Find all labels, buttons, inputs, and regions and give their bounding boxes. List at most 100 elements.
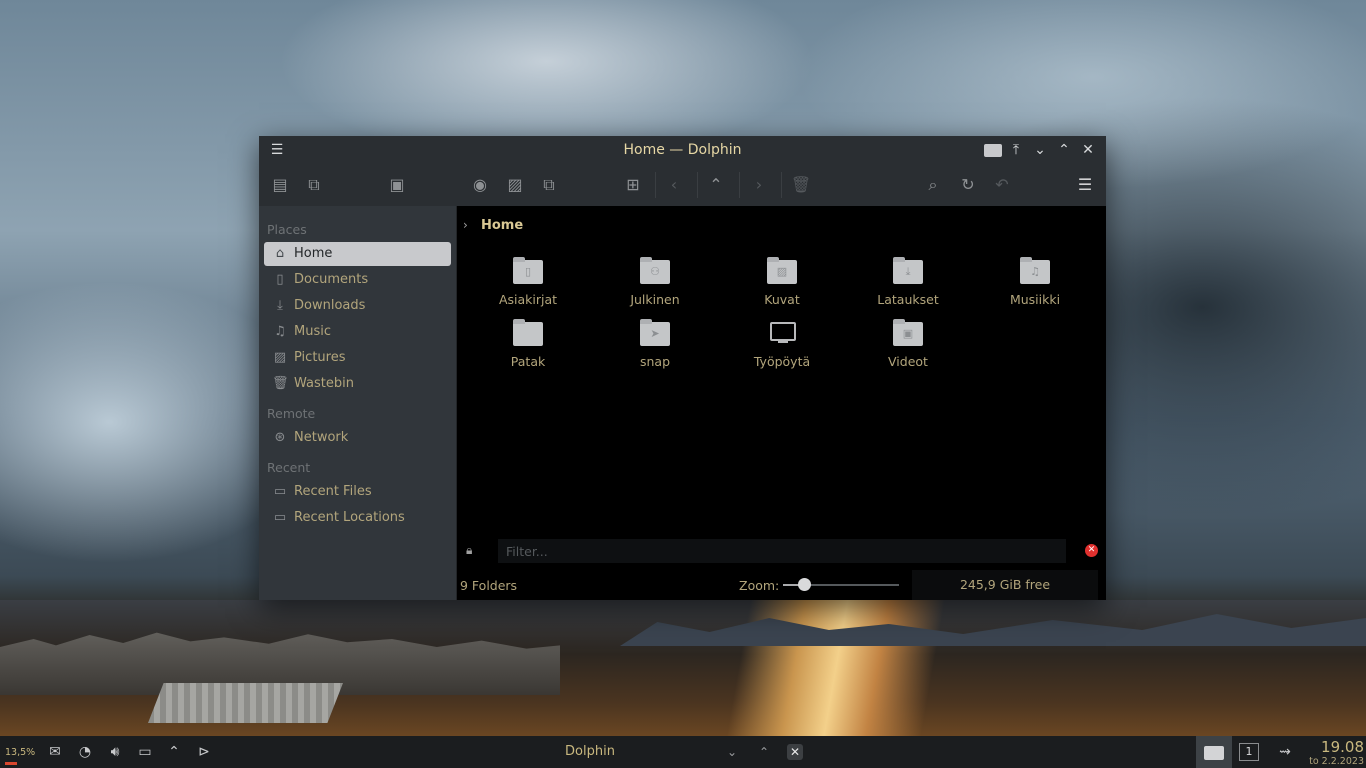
section-remote: Remote [267, 406, 316, 421]
file-item-name: Lataukset [877, 292, 939, 307]
file-item-patak[interactable]: Patak [473, 318, 583, 376]
forward-icon[interactable]: › [748, 174, 770, 196]
sidebar-item-network[interactable]: ⊛ Network [264, 426, 451, 450]
preview-icon[interactable]: ◉ [469, 174, 491, 196]
status-folder-count: 9 Folders [460, 578, 518, 593]
toolbar-separator [739, 172, 740, 198]
recent-files-icon: ▭ [273, 484, 287, 499]
task-minimize-icon[interactable]: ⌄ [724, 744, 740, 760]
file-item-musiikki[interactable]: ♫ Musiikki [980, 256, 1090, 314]
mail-icon[interactable]: ✉ [46, 743, 64, 761]
file-item-tyopoyta[interactable]: Työpöytä [727, 318, 837, 376]
search-icon[interactable]: ⌕ [922, 174, 944, 196]
refresh-icon[interactable]: ↻ [957, 174, 979, 196]
free-space[interactable]: 245,9 GiB free [912, 570, 1098, 600]
breadcrumb-chevron-icon[interactable]: › [463, 218, 468, 232]
sidebar-item-home[interactable]: ⌂ Home [264, 242, 451, 266]
sidebar-item-label: Recent Locations [294, 510, 405, 525]
clock-time[interactable]: 19.08 [1300, 738, 1364, 756]
folder-downloads-icon: ⤓ [893, 257, 923, 284]
sidebar-item-downloads[interactable]: ⤓ Downloads [264, 294, 451, 318]
dolphin-window: ☰ Home — Dolphin ⤒ ⌄ ⌃ ✕ ▤ ⧉ ▣ ◉ ▨ ⧉ ⊞ ‹… [259, 136, 1106, 600]
close-icon[interactable]: ✕ [1080, 142, 1096, 158]
filter-input[interactable] [498, 539, 1066, 563]
section-recent: Recent [267, 460, 311, 475]
maximize-icon[interactable]: ⌃ [1056, 142, 1072, 158]
file-item-julkinen[interactable]: ⚇ Julkinen [600, 256, 710, 314]
keep-above-icon[interactable]: ⤒ [1008, 142, 1024, 158]
sidebar-item-label: Network [294, 430, 349, 445]
folder-music-icon: ♫ [1020, 257, 1050, 284]
file-item-asiakirjat[interactable]: ▯ Asiakirjat [473, 256, 583, 314]
home-icon: ⌂ [275, 246, 285, 261]
volume-icon[interactable]: 🔊︎ [106, 743, 124, 761]
up-icon[interactable]: ⌃ [705, 174, 727, 196]
sidebar-item-recent-locations[interactable]: ▭ Recent Locations [264, 506, 451, 530]
sidebar-item-label: Wastebin [294, 376, 354, 391]
file-item-snap[interactable]: ➤ snap [600, 318, 710, 376]
back-icon[interactable]: ‹ [663, 174, 685, 196]
folder-videos-icon: ▣ [893, 319, 923, 346]
cpu-usage[interactable]: 13,5% [5, 747, 35, 758]
app-folder-icon [983, 142, 1003, 158]
zoom-slider-handle[interactable] [798, 578, 811, 591]
wallpaper-roof [148, 683, 343, 723]
file-item-videot[interactable]: ▣ Videot [853, 318, 963, 376]
clock-date[interactable]: to 2.2.2023 [1296, 756, 1364, 767]
trash-icon[interactable]: 🗑 [790, 174, 812, 196]
taskbar: 13,5% ✉ ◔ 🔊︎ ▭ ⌃ ⊳ Dolphin ⌄ ⌃ ✕ 1 ⇝ 19.… [0, 736, 1366, 768]
file-item-name: Asiakirjat [498, 292, 558, 307]
desktop-icon [770, 322, 796, 343]
terminal-icon[interactable]: ▣ [386, 174, 408, 196]
lock-icon[interactable]: 🔒︎ [466, 543, 472, 558]
task-maximize-icon[interactable]: ⌃ [756, 744, 772, 760]
minimize-icon[interactable]: ⌄ [1032, 142, 1048, 158]
image-icon[interactable]: ▨ [504, 174, 526, 196]
split-view-icon[interactable]: ▤ [269, 174, 291, 196]
undo-icon[interactable]: ↶ [991, 174, 1013, 196]
sidebar-item-label: Home [294, 246, 333, 261]
new-folder-icon[interactable]: ⊞ [622, 174, 644, 196]
media-play-icon[interactable]: ⊳ [195, 743, 213, 761]
sidebar-item-label: Downloads [294, 298, 366, 313]
sidebar-item-pictures[interactable]: ▨ Pictures [264, 346, 451, 370]
sidebar-item-wastebin[interactable]: 🗑 Wastebin [264, 372, 451, 396]
tray-expand-icon[interactable]: ⌃ [165, 743, 183, 761]
virtual-desktop-pager[interactable]: 1 [1239, 743, 1259, 761]
file-item-name: Musiikki [1009, 292, 1061, 307]
clear-filter-icon[interactable]: ✕ [1085, 544, 1098, 557]
new-tab-icon[interactable]: ⧉ [303, 174, 325, 196]
filter-bar: 🔒︎ ✕ [457, 534, 1106, 570]
active-window-title[interactable]: Dolphin [540, 744, 640, 759]
hamburger-menu-icon[interactable]: ☰ [1074, 174, 1096, 196]
toolbar: ▤ ⧉ ▣ ◉ ▨ ⧉ ⊞ ‹ ⌃ › 🗑 ⌕ ↻ ↶ ☰ [259, 164, 1106, 206]
file-item-lataukset[interactable]: ⤓ Lataukset [853, 256, 963, 314]
titlebar[interactable]: ☰ Home — Dolphin ⤒ ⌄ ⌃ ✕ [259, 136, 1106, 164]
file-item-name: Julkinen [630, 292, 680, 307]
network-status-icon[interactable]: ⇝ [1276, 743, 1294, 761]
sidebar-item-music[interactable]: ♫ Music [264, 320, 451, 344]
toolbar-separator [781, 172, 782, 198]
sidebar-item-label: Recent Files [294, 484, 372, 499]
breadcrumb[interactable]: Home [481, 218, 523, 233]
folder-pictures-icon: ▨ [767, 257, 797, 284]
task-close-icon[interactable]: ✕ [787, 744, 803, 760]
sidebar-item-label: Pictures [294, 350, 346, 365]
sidebar-item-recent-files[interactable]: ▭ Recent Files [264, 480, 451, 504]
file-item-kuvat[interactable]: ▨ Kuvat [727, 256, 837, 314]
taskbar-dolphin-button[interactable] [1196, 736, 1232, 768]
file-item-name: Työpöytä [753, 354, 811, 369]
display-icon[interactable]: ▭ [136, 743, 154, 761]
toolbar-separator [655, 172, 656, 198]
copy-location-icon[interactable]: ⧉ [538, 174, 560, 196]
updates-icon[interactable]: ◔ [76, 743, 94, 761]
documents-icon: ▯ [276, 272, 284, 287]
file-item-name: Videot [888, 354, 928, 369]
file-view[interactable]: › Home ▯ Asiakirjat ⚇ Julkinen ▨ Kuvat ⤓… [457, 206, 1106, 534]
folder-icon [513, 319, 543, 346]
file-item-name: Kuvat [764, 292, 800, 307]
places-panel: Places ⌂ Home ▯ Documents ⤓ Downloads ♫ … [259, 206, 456, 600]
section-places: Places [267, 222, 307, 237]
sidebar-item-documents[interactable]: ▯ Documents [264, 268, 451, 292]
sidebar-item-label: Music [294, 324, 331, 339]
